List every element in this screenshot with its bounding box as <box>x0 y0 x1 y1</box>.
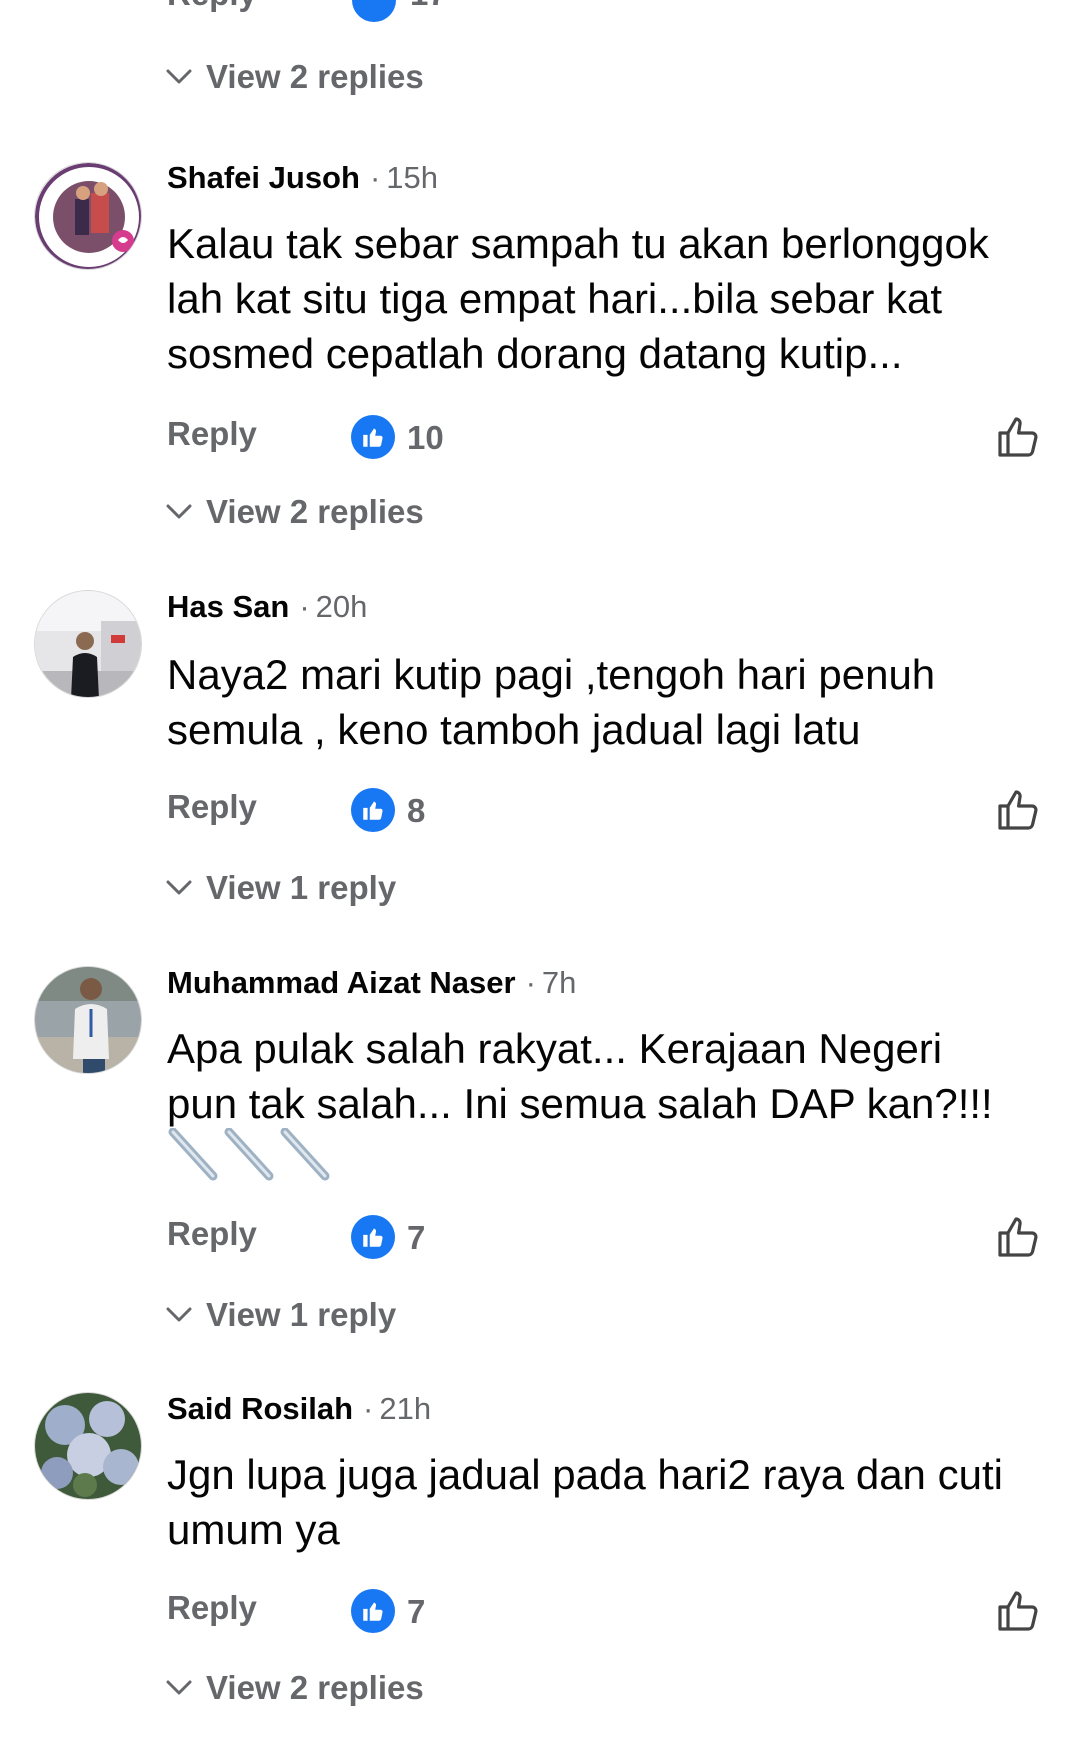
like-count: 8 <box>407 792 426 829</box>
view-replies-label: View 1 reply <box>206 869 397 906</box>
like-badge-icon <box>352 0 396 22</box>
like-badge-icon <box>351 788 395 832</box>
comment-text: Apa pulak salah rakyat... Kerajaan Neger… <box>167 1025 993 1127</box>
comment-text: Naya2 mari kutip pagi ,tengoh hari penuh… <box>167 651 936 753</box>
avatar[interactable] <box>34 1392 142 1500</box>
like-badge-icon <box>351 1215 395 1259</box>
separator-dot: · <box>369 160 381 195</box>
comment-actions: Reply 8 <box>0 786 1080 836</box>
slash-emoji-icon <box>167 1127 332 1188</box>
comment-text: Jgn lupa juga jadual pada hari2 raya dan… <box>167 1451 1003 1553</box>
reply-button[interactable]: Reply <box>167 1215 257 1253</box>
separator-dot: · <box>363 1391 374 1426</box>
view-replies-button[interactable]: View 1 reply <box>166 1293 396 1337</box>
comment-actions: Reply 7 <box>0 1213 1080 1263</box>
comment-author[interactable]: Muhammad Aizat Naser <box>167 965 516 1001</box>
like-count: 7 <box>407 1219 426 1256</box>
view-replies-button[interactable]: View 2 replies <box>166 55 424 99</box>
like-outline-icon[interactable] <box>994 1213 1042 1266</box>
like-outline-icon[interactable] <box>1004 0 1048 27</box>
like-badge-icon <box>351 1589 395 1633</box>
view-replies-button[interactable]: View 2 replies <box>166 1666 424 1710</box>
comment-time[interactable]: 20h <box>316 589 368 625</box>
view-replies-label: View 2 replies <box>206 1669 424 1706</box>
chevron-down-icon <box>166 1307 192 1322</box>
like-outline-icon[interactable] <box>994 1587 1042 1640</box>
like-badge-icon <box>351 415 395 459</box>
comment-author[interactable]: Has San <box>167 589 289 625</box>
like-count: 17 <box>410 0 447 13</box>
separator-dot: · <box>299 589 310 624</box>
view-replies-label: View 2 replies <box>206 58 424 95</box>
separator-dot: · <box>525 965 536 1000</box>
comment-time[interactable]: 15h <box>386 160 438 196</box>
like-outline-icon[interactable] <box>994 786 1042 839</box>
comment-author[interactable]: Shafei Jusoh <box>167 160 360 196</box>
comment-time[interactable]: 7h <box>542 965 576 1001</box>
comment-author[interactable]: Said Rosilah <box>167 1391 353 1427</box>
reply-button[interactable]: Reply <box>167 788 257 826</box>
comment-actions: Reply 7 <box>0 1587 1080 1637</box>
avatar[interactable] <box>34 162 142 270</box>
chevron-down-icon <box>166 880 192 895</box>
avatar[interactable] <box>34 590 142 698</box>
view-replies-button[interactable]: View 1 reply <box>166 866 396 910</box>
chevron-down-icon <box>166 504 192 519</box>
comment-time[interactable]: 21h <box>379 1391 431 1427</box>
like-count: 7 <box>407 1593 426 1630</box>
comment-text: Kalau tak sebar sampah tu akan berlonggo… <box>167 220 989 377</box>
like-outline-icon[interactable] <box>994 413 1042 466</box>
chevron-down-icon <box>166 1680 192 1695</box>
like-count: 10 <box>407 419 444 456</box>
view-replies-button[interactable]: View 2 replies <box>166 490 424 534</box>
reply-button[interactable]: Reply <box>167 1589 257 1627</box>
avatar[interactable] <box>34 966 142 1074</box>
comment-actions: Reply 10 <box>0 413 1080 463</box>
view-replies-label: View 1 reply <box>206 1296 397 1333</box>
previous-comment-actions: Reply 17 <box>0 0 1080 40</box>
chevron-down-icon <box>166 69 192 84</box>
view-replies-label: View 2 replies <box>206 493 424 530</box>
reply-button[interactable]: Reply <box>167 415 257 453</box>
reply-button[interactable]: Reply <box>167 0 257 13</box>
